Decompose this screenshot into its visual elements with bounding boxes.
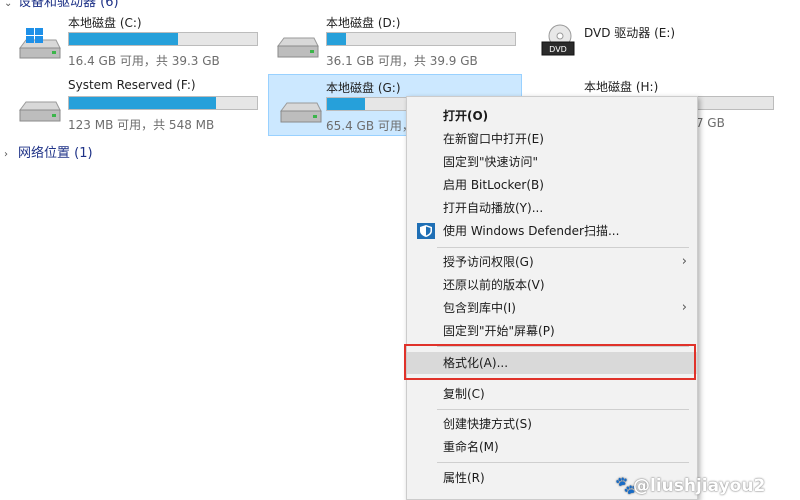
menu-item-bitlocker[interactable]: 启用 BitLocker(B) — [407, 174, 697, 196]
drive-usage-bar — [326, 32, 516, 46]
drive-name: 本地磁盘 (G:) — [326, 81, 401, 95]
watermark-text: @liushjiayou2 — [633, 476, 766, 496]
menu-item-label: 打开(O) — [443, 109, 489, 123]
context-menu: 打开(O) 在新窗口中打开(E) 固定到"快速访问" 启用 BitLocker(… — [406, 96, 698, 500]
menu-item-copy[interactable]: 复制(C) — [407, 383, 697, 405]
hard-drive-icon — [280, 102, 322, 123]
drive-space-info: 36.1 GB 可用，共 39.9 GB — [326, 54, 478, 68]
windows-drive-icon — [19, 28, 61, 59]
dvd-drive-icon: DVD — [541, 24, 575, 56]
drive-e-dvd[interactable]: DVD DVD 驱动器 (E:) — [520, 10, 790, 72]
menu-item-label: 重命名(M) — [443, 440, 499, 454]
menu-item-label: 包含到库中(I) — [443, 301, 516, 315]
drive-d[interactable]: 本地磁盘 (D:) 36.1 GB 可用，共 39.9 GB — [262, 10, 522, 72]
menu-item-label: 创建快捷方式(S) — [443, 417, 532, 431]
drive-usage-fill — [327, 33, 346, 45]
devices-section-title: 设备和驱动器 (6) — [18, 0, 119, 10]
drive-space-info: 123 MB 可用，共 548 MB — [68, 118, 215, 132]
drive-c[interactable]: 本地磁盘 (C:) 16.4 GB 可用，共 39.3 GB — [4, 10, 264, 72]
svg-text:DVD: DVD — [549, 45, 567, 54]
menu-item-defender-scan[interactable]: 使用 Windows Defender扫描... — [407, 220, 697, 242]
hard-drive-icon — [19, 101, 61, 122]
menu-item-rename[interactable]: 重命名(M) — [407, 436, 697, 458]
drive-name: System Reserved (F:) — [68, 78, 196, 92]
menu-item-restore-versions[interactable]: 还原以前的版本(V) — [407, 274, 697, 296]
menu-item-create-shortcut[interactable]: 创建快捷方式(S) — [407, 413, 697, 435]
drive-usage-bar — [68, 96, 258, 110]
drive-space-info: 16.4 GB 可用，共 39.3 GB — [68, 54, 220, 68]
drive-name: DVD 驱动器 (E:) — [584, 26, 676, 40]
network-section-title: 网络位置 (1) — [18, 146, 93, 161]
menu-item-pin-quick-access[interactable]: 固定到"快速访问" — [407, 151, 697, 173]
menu-item-label: 固定到"开始"屏幕(P) — [443, 324, 555, 338]
paw-icon: 🐾 — [615, 476, 637, 496]
drive-usage-fill — [69, 33, 179, 45]
chevron-down-icon: ⌄ — [4, 0, 13, 9]
drive-usage-fill — [69, 97, 216, 109]
menu-item-label: 授予访问权限(G) — [443, 255, 534, 269]
menu-item-pin-start[interactable]: 固定到"开始"屏幕(P) — [407, 320, 697, 342]
watermark: 🐾@liushjiayou2 — [615, 476, 765, 496]
chevron-right-icon: › — [681, 254, 687, 269]
menu-item-label: 属性(R) — [443, 471, 485, 485]
drive-f[interactable]: System Reserved (F:) 123 MB 可用，共 548 MB — [4, 74, 264, 136]
menu-item-label: 打开自动播放(Y)... — [443, 201, 544, 215]
hard-drive-icon — [277, 37, 319, 58]
devices-section-header[interactable]: ⌄ 设备和驱动器 (6) — [4, 0, 119, 10]
menu-item-label: 使用 Windows Defender扫描... — [443, 224, 620, 238]
menu-separator — [437, 409, 689, 410]
menu-item-give-access[interactable]: 授予访问权限(G) › — [407, 251, 697, 273]
drive-usage-bar — [68, 32, 258, 46]
menu-item-open-new-window[interactable]: 在新窗口中打开(E) — [407, 128, 697, 150]
menu-item-label: 在新窗口中打开(E) — [443, 132, 544, 146]
menu-separator — [437, 462, 689, 463]
drive-name: 本地磁盘 (H:) — [584, 80, 659, 94]
menu-item-open[interactable]: 打开(O) — [407, 105, 697, 127]
drive-usage-fill — [327, 98, 365, 110]
menu-item-include-in-library[interactable]: 包含到库中(I) › — [407, 297, 697, 319]
drive-name: 本地磁盘 (C:) — [68, 16, 142, 30]
menu-item-label: 还原以前的版本(V) — [443, 278, 545, 292]
menu-separator — [437, 247, 689, 248]
network-section-header[interactable]: › 网络位置 (1) — [4, 142, 93, 161]
menu-item-label: 启用 BitLocker(B) — [443, 178, 544, 192]
drive-name: 本地磁盘 (D:) — [326, 16, 401, 30]
menu-item-label: 复制(C) — [443, 387, 485, 401]
windows-defender-shield-icon — [417, 223, 435, 239]
format-highlight-box — [404, 344, 696, 380]
menu-item-label: 固定到"快速访问" — [443, 155, 539, 169]
chevron-right-icon: › — [681, 300, 687, 315]
chevron-right-icon: › — [4, 149, 8, 160]
menu-item-autoplay[interactable]: 打开自动播放(Y)... — [407, 197, 697, 219]
